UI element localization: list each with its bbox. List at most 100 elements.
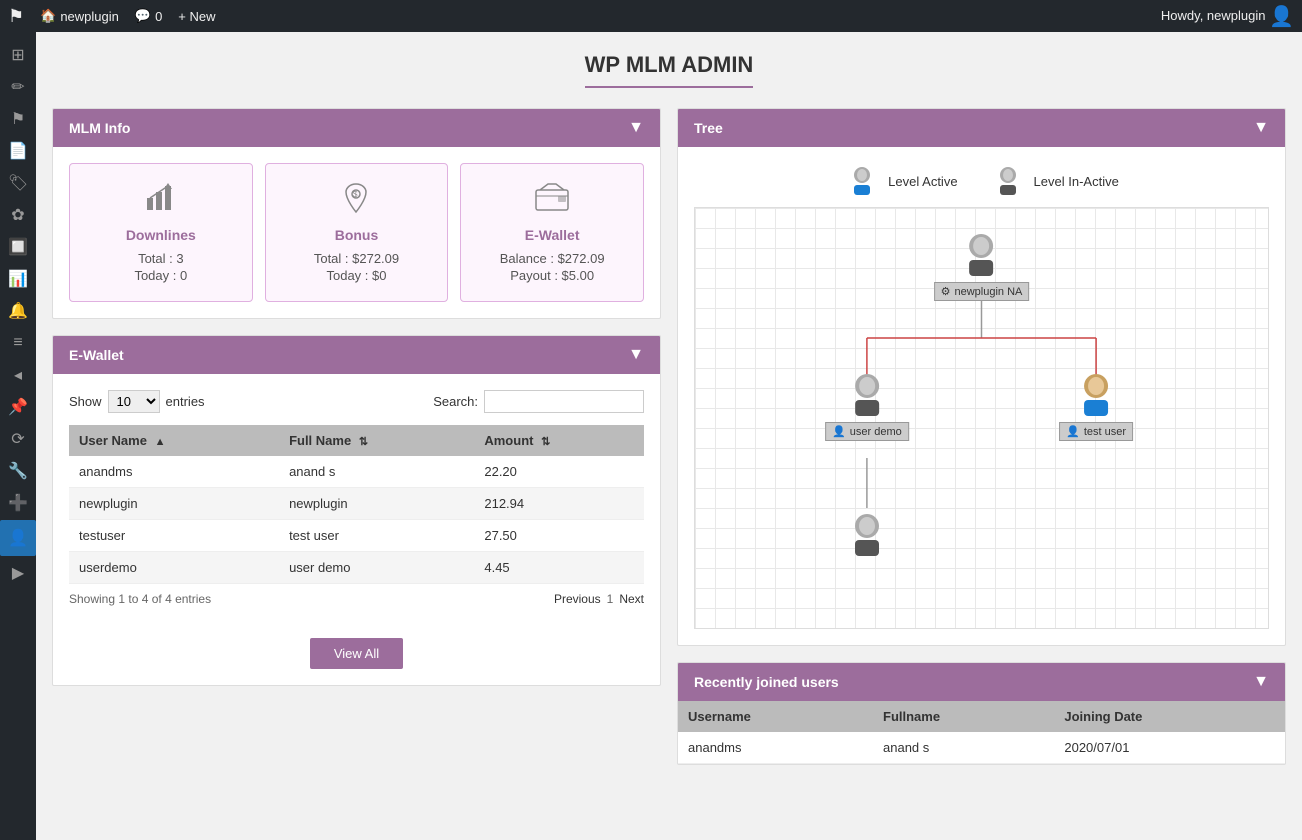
site-name[interactable]: 🏠 newplugin (40, 8, 119, 24)
search-label: Search: (433, 394, 478, 409)
table-row: newplugin newplugin 212.94 (69, 488, 644, 520)
ewallet-payout: Payout : $5.00 (477, 268, 627, 283)
cell-amount: 212.94 (474, 488, 644, 520)
child-left-icon: 👤 (832, 425, 846, 438)
root-label-icon: ⚙ (941, 285, 951, 298)
downlines-icon (86, 180, 236, 223)
current-page[interactable]: 1 (607, 592, 614, 606)
tree-chevron-icon[interactable]: ▼ (1253, 119, 1269, 137)
cell-amount: 27.50 (474, 520, 644, 552)
child-right-label: 👤 test user (1059, 422, 1133, 441)
mlm-info-panel: MLM Info ▼ (52, 108, 661, 319)
grandchild-avatar (841, 508, 893, 560)
col-username[interactable]: User Name ▲ (69, 425, 279, 456)
ewallet-table: User Name ▲ Full Name ⇅ Amount ⇅ (69, 425, 644, 584)
right-column: Tree ▼ Level Active (677, 108, 1286, 765)
cell-username: userdemo (69, 552, 279, 584)
ewallet-card: E-Wallet Balance : $272.09 Payout : $5.0… (460, 163, 644, 302)
sidebar-bell-icon[interactable]: 🔔 (0, 296, 36, 326)
sidebar-tools-icon[interactable]: 🔧 (0, 456, 36, 486)
sidebar-back-icon[interactable]: ◂ (0, 360, 36, 390)
tree-inner: ⚙ newplugin NA (695, 208, 1268, 628)
col-amount[interactable]: Amount ⇅ (474, 425, 644, 456)
mlm-info-chevron-icon[interactable]: ▼ (628, 119, 644, 137)
bonus-title: Bonus (282, 227, 432, 243)
main-content: WP MLM ADMIN MLM Info ▼ (36, 32, 1302, 840)
tree-child-left: 👤 user demo (825, 368, 909, 441)
sidebar-play-icon[interactable]: ▶ (0, 558, 36, 588)
table-row: anandms anand s 22.20 (69, 456, 644, 488)
tree-container: ⚙ newplugin NA (694, 207, 1269, 629)
tree-root-node: ⚙ newplugin NA (934, 228, 1030, 301)
sidebar-edit-icon[interactable]: ✏ (0, 72, 36, 102)
sidebar-chart-icon[interactable]: 📊 (0, 264, 36, 294)
sidebar-pin-icon[interactable]: 📌 (0, 392, 36, 422)
search-box: Search: (433, 390, 644, 413)
page-title: WP MLM ADMIN (585, 52, 754, 88)
ewallet-chevron-icon[interactable]: ▼ (628, 346, 644, 364)
new-content-link[interactable]: + New (178, 9, 215, 24)
recent-col-username: Username (678, 701, 873, 732)
list-item: anandms anand s 2020/07/01 (678, 732, 1285, 764)
table-row: testuser test user 27.50 (69, 520, 644, 552)
bonus-icon: $ (282, 180, 432, 223)
ewallet-body: Show 10 25 50 100 entries Search: (53, 374, 660, 622)
prev-page-link[interactable]: Previous (554, 592, 601, 606)
sidebar-grid-icon[interactable]: 🔲 (0, 232, 36, 262)
howdy-text: Howdy, newplugin 👤 (1161, 4, 1294, 29)
tree-grandchild (841, 508, 893, 560)
search-input[interactable] (484, 390, 644, 413)
recently-joined-chevron-icon[interactable]: ▼ (1253, 673, 1269, 691)
tree-body: Level Active Level In-Active (678, 147, 1285, 645)
sidebar-add-icon[interactable]: ➕ (0, 488, 36, 518)
mlm-info-header: MLM Info ▼ (53, 109, 660, 147)
ewallet-header: E-Wallet ▼ (53, 336, 660, 374)
cell-username: testuser (69, 520, 279, 552)
ewallet-title: E-Wallet (477, 227, 627, 243)
legend-active-label: Level Active (888, 174, 957, 189)
next-page-link[interactable]: Next (619, 592, 644, 606)
sidebar-tags-icon[interactable]: 🏷 (0, 168, 36, 198)
view-all-button[interactable]: View All (310, 638, 403, 669)
show-label: Show (69, 394, 102, 409)
dashboard-grid: MLM Info ▼ (52, 108, 1286, 765)
table-footer: Showing 1 to 4 of 4 entries Previous 1 N… (69, 592, 644, 606)
sidebar-flower-icon[interactable]: ✿ (0, 200, 36, 230)
mlm-info-body: Downlines Total : 3 Today : 0 $ (53, 147, 660, 318)
downlines-total: Total : 3 (86, 251, 236, 266)
sidebar-flag-icon[interactable]: ⚑ (0, 104, 36, 134)
downlines-today: Today : 0 (86, 268, 236, 283)
left-column: MLM Info ▼ (52, 108, 661, 765)
ewallet-panel: E-Wallet ▼ Show 10 25 50 100 (52, 335, 661, 686)
wp-logo-icon[interactable]: ⚑ (8, 6, 24, 27)
admin-sidebar: ⊞ ✏ ⚑ 📄 🏷 ✿ 🔲 📊 🔔 ≡ ◂ 📌 ⟳ 🔧 ➕ 👤 ▶ (0, 32, 36, 840)
tree-panel: Tree ▼ Level Active (677, 108, 1286, 646)
tree-legend: Level Active Level In-Active (694, 163, 1269, 199)
col-fullname[interactable]: Full Name ⇅ (279, 425, 474, 456)
sidebar-user-icon[interactable]: 👤 (0, 520, 36, 556)
entries-select[interactable]: 10 25 50 100 (108, 390, 160, 413)
recent-col-date: Joining Date (1054, 701, 1285, 732)
mlm-cards: Downlines Total : 3 Today : 0 $ (69, 163, 644, 302)
sidebar-menu-icon[interactable]: ≡ (0, 328, 36, 358)
cell-amount: 4.45 (474, 552, 644, 584)
child-right-icon: 👤 (1066, 425, 1080, 438)
bonus-total: Total : $272.09 (282, 251, 432, 266)
root-avatar (956, 228, 1008, 280)
comments-link[interactable]: 💬 0 (135, 8, 162, 24)
sidebar-dashboard-icon[interactable]: ⊞ (0, 40, 36, 70)
sidebar-refresh-icon[interactable]: ⟳ (0, 424, 36, 454)
admin-bar: ⚑ 🏠 newplugin 💬 0 + New Howdy, newplugin… (0, 0, 1302, 32)
sidebar-page-icon[interactable]: 📄 (0, 136, 36, 166)
cell-fullname: anand s (279, 456, 474, 488)
downlines-title: Downlines (86, 227, 236, 243)
child-right-avatar (1070, 368, 1122, 420)
comment-icon: 💬 (135, 8, 151, 24)
legend-active: Level Active (844, 163, 957, 199)
recently-joined-table: Username Fullname Joining Date anandms a… (678, 701, 1285, 764)
cell-fullname: newplugin (279, 488, 474, 520)
legend-active-avatar (844, 163, 880, 199)
downlines-card: Downlines Total : 3 Today : 0 (69, 163, 253, 302)
recently-joined-body: Username Fullname Joining Date anandms a… (678, 701, 1285, 764)
legend-inactive-avatar (990, 163, 1026, 199)
